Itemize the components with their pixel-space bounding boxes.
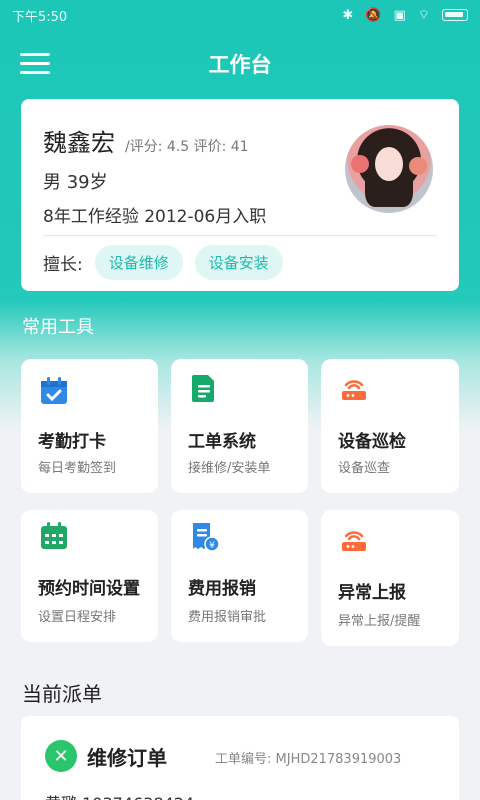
calendar-check-icon [41,377,67,404]
svg-text:¥: ¥ [209,541,215,551]
tool-card-schedule[interactable]: 预约时间设置 设置日程安排 [21,510,158,642]
tool-subtitle: 异常上报/提醒 [338,614,421,629]
wifi-icon: ⌔ [417,8,430,23]
divider [43,235,437,236]
avatar[interactable] [345,125,433,213]
tool-card-report[interactable]: 异常上报 异常上报/提醒 [321,510,459,646]
skills-row: 擅长: 设备维修 设备安装 [43,245,283,280]
skill-tag[interactable]: 设备维修 [94,245,183,280]
tool-title: 考勤打卡 [38,432,106,452]
tool-subtitle: 设备巡查 [338,461,391,476]
tool-subtitle: 接维修/安装单 [188,461,271,476]
tool-card-expense[interactable]: ¥ 费用报销 费用报销审批 [171,510,308,642]
tool-title: 费用报销 [188,579,256,599]
orders-section-title: 当前派单 [22,682,102,706]
status-icons: ✱ 🔕 ▣ ⌔ [342,7,468,23]
status-time: 下午5:50 [12,9,68,25]
router-icon [342,380,366,400]
skills-label: 擅长: [43,255,83,275]
router-icon [342,531,366,551]
document-icon [192,375,214,402]
order-subline: 黄璐 10374638424 [45,790,194,800]
tool-title: 预约时间设置 [38,579,140,599]
tool-card-attendance[interactable]: 考勤打卡 每日考勤签到 [21,359,158,493]
tools-section-title: 常用工具 [22,317,94,338]
calendar-icon [41,522,67,549]
profile-rating: /评分: 4.5 评价: 41 [125,139,249,155]
tool-subtitle: 每日考勤签到 [38,461,117,476]
tool-title: 设备巡检 [338,432,406,452]
profile-card[interactable]: 魏鑫宏 /评分: 4.5 评价: 41 男 39岁 8年工作经验 2012-06… [21,99,459,291]
tool-subtitle: 设置日程安排 [38,610,117,625]
wrench-icon: ✕ [45,740,77,772]
mute-icon: 🔕 [365,7,382,23]
tool-card-inspection[interactable]: 设备巡检 设备巡查 [321,359,459,493]
tool-title: 工单系统 [188,432,256,452]
header: 工作台 [0,40,480,88]
order-number: 工单编号: MJHD21783919003 [215,752,402,767]
profile-name: 魏鑫宏 [43,129,115,157]
order-title: 维修订单 [87,746,167,770]
menu-icon[interactable] [20,52,50,76]
sim-icon: ▣ [393,7,406,23]
page-title: 工作台 [208,53,272,77]
battery-icon [442,9,468,21]
tool-card-workorders[interactable]: 工单系统 接维修/安装单 [171,359,308,493]
tool-title: 异常上报 [338,583,406,603]
bluetooth-icon: ✱ [342,7,354,23]
status-bar: 下午5:50 ✱ 🔕 ▣ ⌔ [0,0,480,30]
tool-subtitle: 费用报销审批 [188,610,267,625]
skill-tag[interactable]: 设备安装 [194,245,283,280]
order-card[interactable]: ✕ 维修订单 工单编号: MJHD21783919003 黄璐 10374638… [21,716,459,800]
receipt-icon: ¥ [193,523,220,552]
